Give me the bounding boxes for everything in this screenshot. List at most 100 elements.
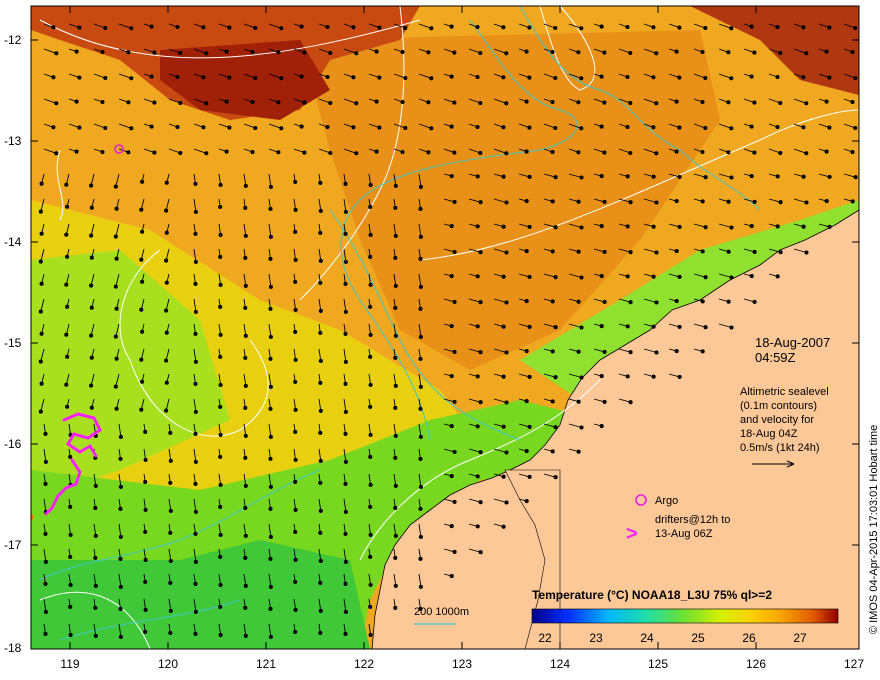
velocity-arrow-head: [677, 224, 682, 229]
velocity-arrow-head: [368, 432, 373, 437]
velocity-arrow-head: [218, 382, 223, 387]
velocity-arrow-head: [93, 533, 98, 538]
velocity-arrow-head: [418, 406, 423, 411]
velocity-arrow-head: [139, 257, 144, 262]
velocity-arrow-head: [114, 356, 119, 361]
velocity-arrow-head: [576, 449, 581, 454]
velocity-arrow-head: [628, 400, 633, 405]
velocity-arrow-head: [293, 179, 298, 184]
velocity-arrow-head: [452, 199, 457, 204]
velocity-arrow-head: [139, 307, 144, 312]
velocity-arrow-head: [68, 454, 73, 459]
velocity-arrow-head: [677, 125, 682, 130]
velocity-arrow-head: [39, 381, 44, 386]
velocity-arrow-head: [628, 350, 633, 355]
velocity-arrow-head: [143, 579, 148, 584]
velocity-arrow-head: [576, 249, 581, 254]
velocity-arrow-head: [218, 204, 223, 209]
velocity-arrow-head: [103, 125, 108, 131]
velocity-arrow-head: [118, 506, 123, 511]
lat-label: -12: [4, 33, 22, 47]
velocity-arrow-head: [527, 274, 532, 279]
velocity-arrow-head: [143, 557, 148, 562]
velocity-arrow-head: [504, 500, 509, 505]
velocity-arrow-head: [204, 51, 209, 56]
velocity-arrow-head: [164, 180, 169, 185]
velocity-arrow-head: [293, 479, 298, 484]
velocity-arrow-head: [175, 124, 180, 130]
velocity-arrow-head: [39, 281, 44, 286]
velocity-arrow-head: [368, 354, 373, 359]
velocity-arrow-head: [850, 149, 855, 155]
velocity-arrow-head: [77, 25, 82, 30]
velocity-arrow-head: [178, 150, 183, 156]
velocity-arrow-head: [674, 199, 679, 204]
velocity-arrow-head: [368, 632, 373, 637]
velocity-arrow-head: [393, 383, 398, 388]
velocity-arrow-head: [579, 26, 584, 31]
velocity-arrow-head: [100, 149, 105, 155]
velocity-arrow-head: [103, 25, 108, 31]
plot-area: [31, 6, 859, 649]
velocity-arrow-head: [478, 450, 483, 455]
velocity-arrow-head: [550, 99, 555, 105]
velocity-arrow-head: [68, 504, 73, 509]
velocity-arrow-head: [302, 50, 307, 55]
velocity-arrow-head: [393, 483, 398, 488]
velocity-arrow-head: [501, 224, 506, 229]
velocity-arrow-head: [850, 199, 855, 204]
map-date: 18-Aug-2007: [755, 335, 830, 350]
velocity-arrow-head: [553, 175, 558, 180]
velocity-arrow-head: [478, 150, 483, 156]
velocity-arrow-head: [201, 125, 206, 130]
velocity-arrow-head: [579, 175, 584, 180]
velocity-arrow-head: [243, 455, 248, 460]
velocity-arrow-head: [703, 175, 708, 180]
velocity-arrow-head: [68, 532, 73, 537]
velocity-arrow-head: [51, 125, 56, 130]
velocity-arrow-head: [403, 75, 408, 81]
velocity-arrow-head: [418, 234, 423, 239]
velocity-arrow-head: [449, 124, 454, 129]
velocity-arrow-head: [775, 174, 780, 179]
velocity-arrow-head: [752, 249, 757, 254]
velocity-arrow-head: [602, 100, 607, 105]
velocity-arrow-head: [325, 24, 330, 30]
argo-legend-label: Argo: [655, 495, 678, 507]
velocity-arrow-head: [218, 232, 223, 237]
velocity-arrow-head: [243, 505, 248, 510]
velocity-arrow-head: [449, 424, 454, 429]
velocity-arrow-head: [602, 299, 607, 304]
velocity-arrow-head: [726, 199, 731, 204]
velocity-arrow-head: [64, 332, 69, 337]
velocity-arrow-head: [168, 430, 173, 435]
velocity-arrow-head: [164, 408, 169, 413]
velocity-arrow-head: [43, 609, 48, 614]
velocity-arrow-head: [318, 408, 323, 413]
velocity-arrow-head: [368, 382, 373, 387]
velocity-arrow-head: [700, 199, 705, 204]
velocity-arrow-head: [452, 249, 457, 254]
velocity-arrow-head: [677, 75, 682, 80]
colorbar-tick: 27: [793, 631, 807, 645]
velocity-arrow-head: [218, 254, 223, 259]
isobath-legend-label: 200 1000m: [414, 606, 469, 618]
velocity-arrow-head: [139, 357, 144, 362]
velocity-arrow-head: [368, 304, 373, 309]
velocity-arrow-head: [114, 406, 119, 411]
colorbar-tick: 26: [742, 631, 756, 645]
velocity-arrow-head: [68, 632, 73, 637]
velocity-arrow-head: [527, 224, 532, 229]
velocity-arrow-head: [677, 374, 682, 379]
velocity-arrow-head: [778, 150, 783, 156]
velocity-arrow-head: [218, 404, 223, 409]
velocity-arrow-head: [293, 407, 298, 412]
velocity-arrow-head: [113, 284, 118, 289]
velocity-arrow-head: [625, 24, 630, 30]
lon-label: 126: [746, 657, 766, 671]
altimetry-note-line: (0.1m contours): [740, 400, 817, 412]
velocity-arrow-head: [89, 383, 94, 388]
velocity-arrow-head: [318, 308, 323, 313]
velocity-arrow-head: [749, 24, 754, 29]
velocity-arrow-head: [77, 75, 82, 80]
